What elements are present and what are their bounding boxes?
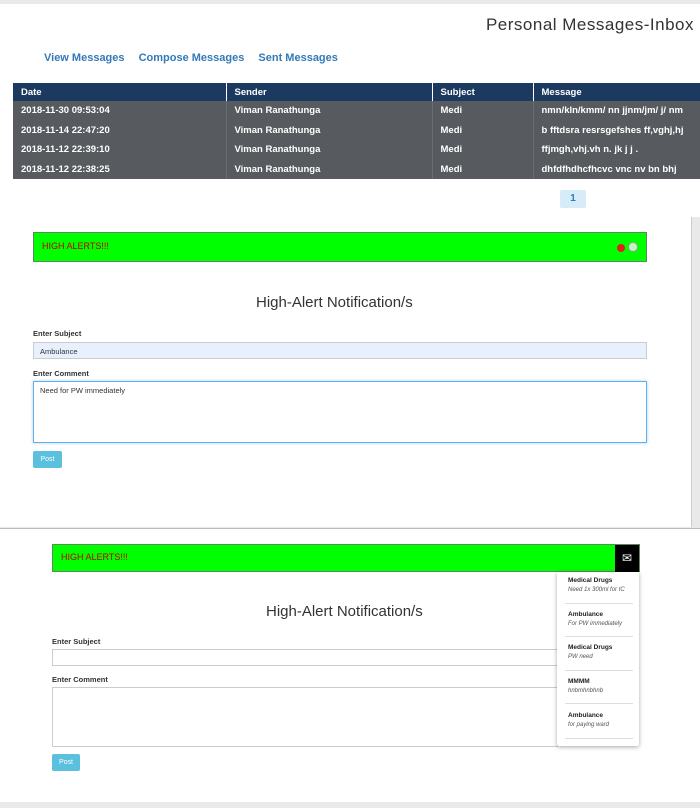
subject-label: Enter Subject — [52, 637, 101, 646]
alert-form-panel-dropdown: HIGH ALERTS!!! ✉ High-Alert Notification… — [0, 528, 700, 802]
notification-item[interactable]: Ambulance for paying ward — [557, 712, 633, 728]
notification-subject: Medical Drugs — [568, 577, 613, 584]
divider — [565, 670, 633, 671]
comment-label: Enter Comment — [33, 369, 89, 378]
cell-sender: Viman Ranathunga — [226, 159, 433, 179]
high-alerts-label: HIGH ALERTS!!! — [61, 552, 128, 562]
notifications-dropdown: Medical Drugs Need 1x 300ml for IC Ambul… — [557, 572, 639, 746]
notification-comment: For PW immediately — [568, 621, 623, 627]
cell-message: nmn/kln/kmm/ nn jjnm/jm/ j/ nm — [533, 101, 700, 121]
cell-subject: Medi — [432, 159, 534, 179]
subject-input[interactable]: Ambulance — [33, 342, 647, 359]
notification-comment: Need 1x 300ml for IC — [568, 587, 625, 593]
form-heading: High-Alert Notification/s — [266, 603, 423, 620]
notification-comment: for paying ward — [568, 722, 610, 728]
notification-item[interactable]: MMMM hnbmhnbhnb — [557, 678, 633, 694]
comment-textarea[interactable] — [52, 687, 558, 747]
notification-item[interactable]: Medical Drugs PW need — [557, 644, 633, 660]
notification-subject: Ambulance — [568, 611, 604, 618]
cell-sender: Viman Ranathunga — [226, 101, 433, 121]
cell-sender: Viman Ranathunga — [226, 120, 433, 140]
comment-textarea[interactable]: Need for PW immediately — [33, 381, 647, 443]
table-row[interactable]: 2018-11-30 09:53:04 Viman Ranathunga Med… — [13, 101, 700, 121]
envelope-icon[interactable]: ✉ — [615, 545, 639, 572]
column-header-message[interactable]: Message — [533, 83, 700, 101]
cell-date: 2018-11-30 09:53:04 — [13, 101, 227, 121]
cell-subject: Medi — [432, 120, 534, 140]
notification-item[interactable]: Ambulance For PW immediately — [557, 611, 633, 627]
cell-message: dhfdfhdhcfhcvc vnc nv bn bhj — [533, 159, 700, 179]
subject-input[interactable] — [52, 649, 558, 666]
messages-table: Date Sender Subject Message 2018-11-30 0… — [13, 83, 700, 179]
notification-subject: Ambulance — [568, 712, 604, 719]
cell-date: 2018-11-12 22:39:10 — [13, 140, 227, 160]
divider — [565, 603, 633, 604]
compose-messages-link[interactable]: Compose Messages — [139, 52, 245, 64]
divider — [565, 738, 633, 739]
cell-subject: Medi — [432, 140, 534, 160]
subject-label: Enter Subject — [33, 329, 82, 338]
cell-date: 2018-11-14 22:47:20 — [13, 120, 227, 140]
post-button[interactable]: Post — [52, 754, 80, 771]
post-button[interactable]: Post — [33, 451, 62, 468]
table-row[interactable]: 2018-11-14 22:47:20 Viman Ranathunga Med… — [13, 120, 700, 140]
table-header-row: Date Sender Subject Message — [13, 83, 700, 101]
notification-count-badge — [617, 244, 625, 252]
divider — [565, 703, 633, 704]
high-alerts-banner[interactable]: HIGH ALERTS!!! — [33, 232, 647, 262]
cell-date: 2018-11-12 22:38:25 — [13, 159, 227, 179]
inbox-panel: Personal Messages-Inbox View Messages Co… — [0, 0, 700, 217]
inbox-nav: View Messages Compose Messages Sent Mess… — [44, 52, 349, 64]
table-row[interactable]: 2018-11-12 22:38:25 Viman Ranathunga Med… — [13, 159, 700, 179]
comment-label: Enter Comment — [52, 675, 108, 684]
column-header-subject[interactable]: Subject — [432, 83, 534, 101]
sent-messages-link[interactable]: Sent Messages — [258, 52, 337, 64]
alert-form-panel-filled: HIGH ALERTS!!! High-Alert Notification/s… — [0, 217, 692, 527]
column-header-date[interactable]: Date — [13, 83, 227, 101]
high-alerts-label: HIGH ALERTS!!! — [42, 241, 109, 251]
bell-icon[interactable] — [628, 242, 638, 252]
column-header-sender[interactable]: Sender — [226, 83, 433, 101]
form-heading: High-Alert Notification/s — [256, 294, 413, 311]
page-title: Personal Messages-Inbox — [485, 15, 694, 34]
table-row[interactable]: 2018-11-12 22:39:10 Viman Ranathunga Med… — [13, 140, 700, 160]
pagination-page-1[interactable]: 1 — [560, 190, 586, 208]
notification-subject: MMMM — [568, 678, 590, 685]
notification-comment: PW need — [568, 654, 593, 660]
notification-item[interactable]: Medical Drugs Need 1x 300ml for IC — [557, 577, 633, 593]
cell-message: ffjmgh,vhj.vh n. jk j j . — [533, 140, 700, 160]
cell-subject: Medi — [432, 101, 534, 121]
notification-subject: Medical Drugs — [568, 644, 613, 651]
cell-sender: Viman Ranathunga — [226, 140, 433, 160]
high-alerts-banner[interactable]: HIGH ALERTS!!! ✉ — [52, 544, 640, 572]
divider — [565, 636, 633, 637]
view-messages-link[interactable]: View Messages — [44, 52, 125, 64]
cell-message: b fftdsra resrsgefshes ff,vghj,hj — [533, 120, 700, 140]
notification-comment: hnbmhnbhnb — [568, 688, 604, 694]
